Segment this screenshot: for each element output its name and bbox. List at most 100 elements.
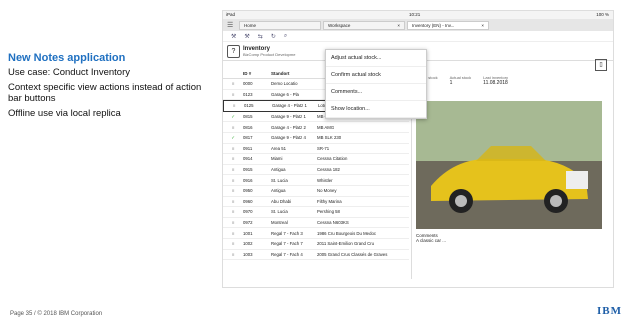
row-name: 1986 Cru Bourgeois Du Medoc (317, 230, 376, 236)
row-name: Pershing 58 (317, 209, 340, 215)
list-item[interactable]: ≡ 1002 Regal 7 - Fach 7 2011 Saint-Emilion … (223, 239, 409, 250)
clock: 10:21 (409, 12, 421, 17)
row-id: 0815 (243, 114, 253, 120)
row-id: 0817 (243, 135, 253, 141)
row-name: Cessna 182 (317, 167, 340, 173)
car-illustration (416, 101, 602, 229)
menu-confirm-stock[interactable]: Confirm actual stock (326, 67, 426, 84)
row-location: Regal 7 - Fach 7 (271, 241, 303, 247)
row-id: 0915 (243, 167, 253, 173)
tool-icon[interactable]: ⚒ (231, 33, 236, 40)
row-status-icon: ≡ (231, 209, 235, 215)
row-id: 0125 (244, 103, 254, 109)
tool-icon[interactable]: ⚒ (244, 33, 249, 40)
list-item[interactable]: ≡ 0916 St. Lucia Whistler (223, 175, 409, 186)
comments-value: A classic car ... (416, 238, 447, 243)
row-name: No Money (317, 188, 337, 194)
row-id: 1002 (243, 241, 253, 247)
row-location: Demo Locatio (271, 81, 298, 87)
row-id: 0000 (243, 81, 253, 87)
row-location: Abu Dhabi (271, 198, 292, 204)
row-name: 2011 Saint-Emilion Grand Cru (317, 241, 375, 247)
list-item[interactable]: ✓ 0817 Garage 9 - Platz 4 MB SLK 230 (223, 133, 409, 144)
row-name: Cessna N603KS (317, 220, 349, 226)
row-status-icon: ≡ (231, 156, 235, 162)
last-inventory-field: Last inventory 11.08.2018 (483, 75, 509, 86)
battery: 100 % (596, 12, 609, 17)
app-subtitle: BizComp Product Developme (243, 51, 296, 57)
tab-home[interactable]: Home (239, 20, 321, 30)
footer: Page 35 / © 2018 IBM Corporation (10, 311, 103, 317)
row-name: 2005 Grand Crus Classés de Graves (317, 251, 388, 257)
list-item[interactable]: ≡ 0915 Antigua Cessna 182 (223, 165, 409, 176)
tool-icon[interactable]: ↻ (271, 33, 276, 40)
close-icon[interactable]: × (397, 23, 400, 28)
car-photo (416, 101, 602, 229)
list-item[interactable]: ≡ 0950 Antigua No Money (223, 186, 409, 197)
row-location: Area 51 (271, 145, 287, 151)
document-icon[interactable]: ▯ (595, 59, 607, 71)
row-name: MB AMG (317, 124, 335, 130)
list-item[interactable]: ≡ 1003 Regal 7 - Fach 4 2005 Grand Crus Cla… (223, 250, 409, 261)
tab-home-label: Home (244, 22, 257, 28)
row-location: Miami (271, 156, 283, 162)
row-name: Whistler (317, 177, 333, 183)
list-item[interactable]: ≡ 0914 Miami Cessna Citation (223, 154, 409, 165)
menu-comments[interactable]: Comments... (326, 84, 426, 101)
row-location: Regal 7 - Fach 3 (271, 230, 303, 236)
list-item[interactable]: ≡ 1001 Regal 7 - Fach 3 1986 Cru Bourgeois … (223, 228, 409, 239)
row-status-icon: ≡ (231, 145, 235, 151)
menu-icon[interactable]: ☰ (227, 21, 237, 29)
menu-show-location[interactable]: Show location... (326, 101, 426, 118)
header-id[interactable]: ID # (243, 71, 271, 76)
tab-inventory[interactable]: Inventory (EN) - Inv... × (407, 20, 489, 30)
list-item[interactable]: ≡ 0960 Abu Dhabi Filthy Marina (223, 197, 409, 208)
row-status-icon: ≡ (231, 188, 235, 194)
row-location: Montreal (271, 220, 288, 226)
row-status-icon: ≡ (231, 167, 235, 173)
context-menu: Adjust actual stock... Confirm actual st… (325, 49, 427, 119)
carrier: iPad (226, 12, 236, 17)
row-id: 0914 (243, 156, 253, 162)
list-item[interactable]: ≡ 0816 Garage 4 - Platz 2 MB AMG (223, 122, 409, 133)
slide-title: New Notes application (8, 52, 126, 64)
row-status-icon: ≡ (231, 251, 235, 257)
list-item[interactable]: ≡ 0911 Area 51 SR-71 (223, 144, 409, 155)
row-status-icon: ≡ (231, 241, 235, 247)
status-bar: iPad 10:21 100 % (223, 11, 613, 19)
tool-icon[interactable]: ⇆ (258, 33, 263, 40)
row-name: Cessna Citation (317, 156, 348, 162)
row-location: Garage 9 - Platz 1 (271, 114, 306, 120)
search-icon[interactable]: ⌕ (284, 33, 287, 40)
detail-pane: Target stock1 Actual stock1 Last invento… (411, 69, 610, 279)
slide-text: New Notes application Use case: Conduct … (8, 52, 208, 123)
row-name: SR-71 (317, 145, 330, 151)
comments-field[interactable]: Comments A classic car ... (416, 233, 446, 243)
row-location: Antigua (271, 188, 286, 194)
row-location: St. Lucia (271, 177, 288, 183)
row-id: 0916 (243, 177, 253, 183)
tab-workspace[interactable]: Workspace × (323, 20, 405, 30)
inventory-app-icon: ? (227, 44, 240, 58)
row-location: Garage 6 - Pla (271, 91, 299, 97)
row-name: Filthy Marina (317, 198, 342, 204)
row-location: Antigua (271, 167, 286, 173)
tab-inventory-label: Inventory (EN) - Inv... (412, 22, 455, 28)
ibm-logo: IBM (597, 305, 622, 317)
row-status-icon: ✓ (231, 113, 235, 119)
header-location[interactable]: Standort (271, 71, 317, 76)
menu-adjust-stock[interactable]: Adjust actual stock... (326, 50, 426, 67)
close-icon[interactable]: × (481, 23, 484, 28)
row-status-icon: ≡ (231, 81, 235, 87)
row-id: 0911 (243, 145, 253, 151)
row-id: 0960 (243, 198, 253, 204)
row-id: 0970 (243, 209, 253, 215)
tab-workspace-label: Workspace (328, 22, 351, 28)
row-id: 1003 (243, 251, 253, 257)
bullet-3: Offline use via local replica (8, 108, 121, 119)
row-id: 0816 (243, 124, 253, 130)
list-item[interactable]: ≡ 0972 Montreal Cessna N603KS (223, 218, 409, 229)
row-location: Garage 4 - Platz 1 (272, 103, 307, 109)
row-status-icon: ≡ (231, 177, 235, 183)
list-item[interactable]: ≡ 0970 St. Lucia Pershing 58 (223, 207, 409, 218)
